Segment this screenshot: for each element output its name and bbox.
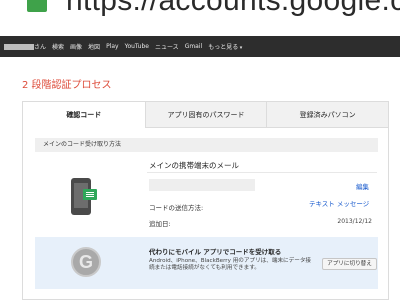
added-label: 追加日: [149,220,171,228]
gbar-link-news[interactable]: ニュース [155,42,179,51]
send-method-value[interactable]: テキスト メッセージ [309,198,369,208]
gbar-link-play[interactable]: Play [106,43,119,50]
promo-body: Android、iPhone、BlackBerry 用のアプリは、端末にデータ接… [149,258,312,271]
gbar-link-gmail[interactable]: Gmail [185,43,203,50]
redacted-username [4,44,34,50]
authenticator-letter: G [78,252,93,272]
edit-link[interactable]: 編集 [356,181,369,191]
method-title: メインの携帯端末のメール [149,161,239,170]
authenticator-icon: G [71,247,101,277]
mobile-app-promo: G 代わりにモバイル アプリでコードを受け取る Android、iPhone、B… [35,237,378,289]
send-method-label: コードの送信方法: [149,204,204,212]
tab-registered-computers[interactable]: 登録済みパソコン [266,102,388,128]
secure-lock-icon [27,0,47,12]
page-title: 2 段階認証プロセス [22,80,112,91]
added-date: 2013/12/12 [337,218,372,225]
google-bar: さん 検索 画像 地図 Play YouTube ニュース Gmail もっと見… [0,36,400,57]
gbar-link-more[interactable]: もっと見る [208,42,242,51]
gbar-link-youtube[interactable]: YouTube [125,43,149,50]
message-icon [83,189,97,200]
address-bar[interactable]: https://accounts.google.com/b [0,0,400,36]
redacted-phone-number [149,179,255,191]
gbar-link-maps[interactable]: 地図 [88,42,100,51]
promo-title: 代わりにモバイル アプリでコードを受け取る [149,248,282,256]
tab-app-specific-passwords[interactable]: アプリ固有のパスワード [144,102,267,128]
gbar-user-suffix: さん [34,44,47,51]
tab-verification-codes[interactable]: 確認コード [23,102,145,128]
settings-card: 確認コード アプリ固有のパスワード 登録済みパソコン メインのコード受け取り方法… [22,101,389,300]
gbar-links: さん 検索 画像 地図 Play YouTube ニュース Gmail もっと見… [34,36,248,57]
switch-to-app-button[interactable]: アプリに切り替え [322,258,377,270]
section-header: メインのコード受け取り方法 [35,138,378,152]
gbar-link-images[interactable]: 画像 [70,42,82,51]
tab-bar: 確認コード アプリ固有のパスワード 登録済みパソコン [23,102,388,128]
gbar-link-search[interactable]: 検索 [52,42,64,51]
url-text[interactable]: https://accounts.google.com/b [66,0,400,18]
divider [147,172,377,173]
